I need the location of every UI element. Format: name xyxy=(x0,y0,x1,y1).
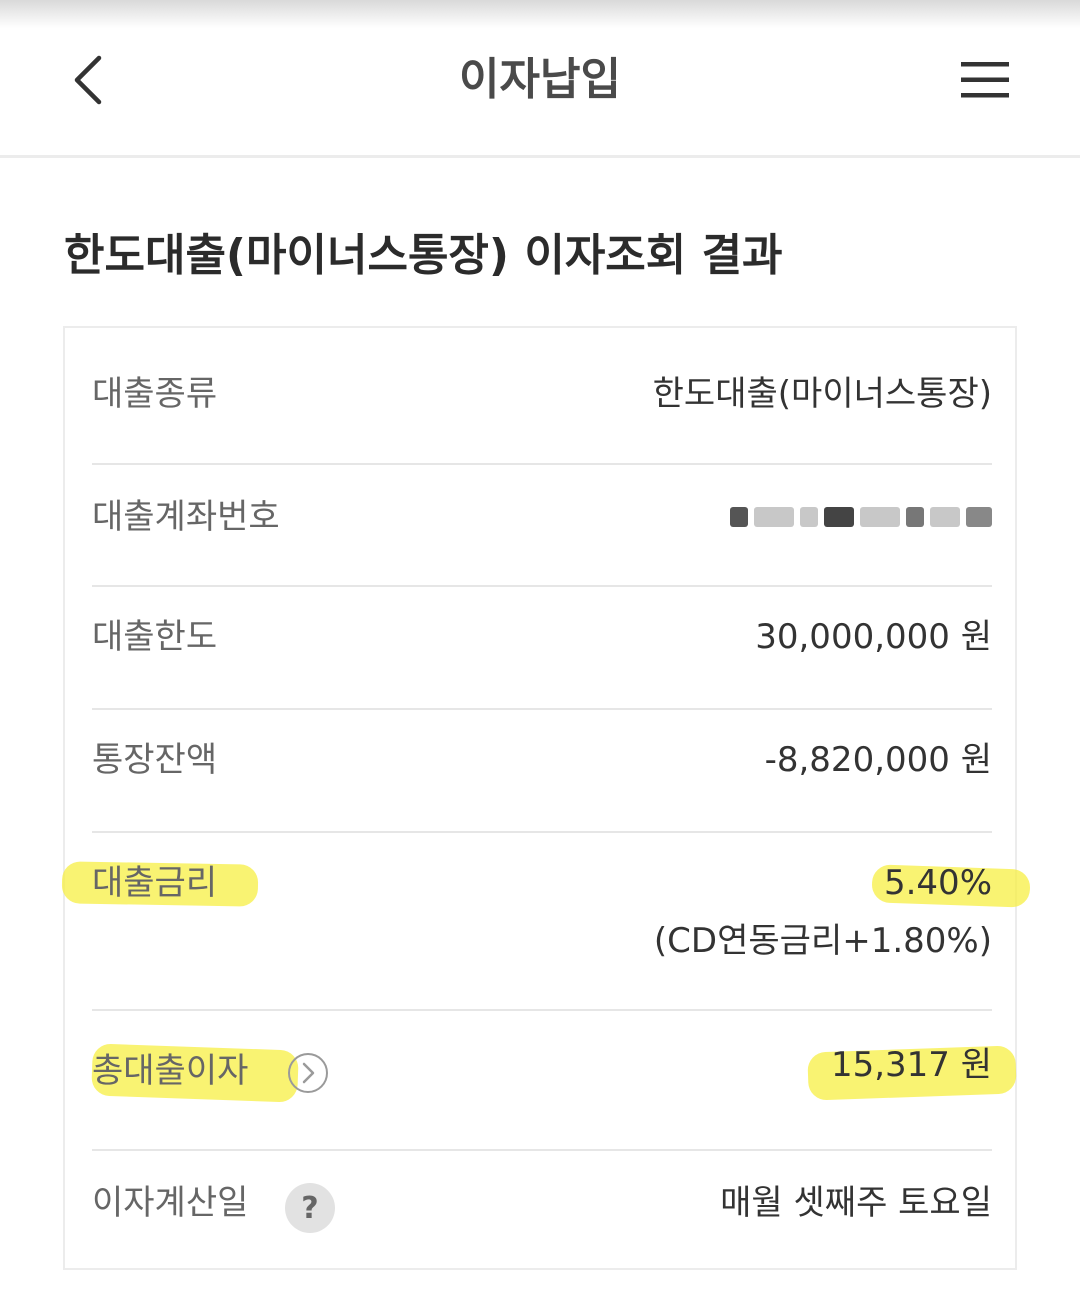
help-icon[interactable]: ? xyxy=(285,1183,335,1233)
row-account-number: 대출계좌번호 xyxy=(92,463,992,587)
balance-value: -8,820,000 원 xyxy=(764,740,992,780)
chevron-right-circle-icon[interactable] xyxy=(288,1053,328,1093)
interest-date-value: 매월 셋째주 토요일 xyxy=(720,1183,992,1223)
row-balance: 통장잔액 -8,820,000 원 xyxy=(92,708,992,833)
menu-button[interactable] xyxy=(952,50,1018,110)
row-loan-type: 대출종류 한도대출(마이너스통장) xyxy=(92,328,992,465)
interest-date-label: 이자계산일 xyxy=(92,1183,249,1223)
account-number-label: 대출계좌번호 xyxy=(92,497,280,537)
row-total-interest[interactable]: 총대출이자 15,317 원 xyxy=(91,1009,1017,1151)
loan-limit-value: 30,000,000 원 xyxy=(755,617,992,657)
loan-type-value: 한도대출(마이너스통장) xyxy=(652,374,992,414)
interest-rate-detail: (CD연동금리+1.80%) xyxy=(653,921,992,961)
page-title: 이자납입 xyxy=(459,54,621,105)
row-interest-rate: 대출금리 5.40% (CD연동금리+1.80%) xyxy=(61,831,1031,1011)
row-loan-limit: 대출한도 30,000,000 원 xyxy=(92,585,992,710)
row-interest-date: 이자계산일 ? 매월 셋째주 토요일 xyxy=(92,1149,992,1269)
total-interest-label: 총대출이자 xyxy=(92,1051,249,1091)
interest-rate-label: 대출금리 xyxy=(92,863,218,903)
app-header: 이자납입 xyxy=(0,28,1080,158)
hamburger-menu-icon xyxy=(961,62,1009,98)
loan-limit-label: 대출한도 xyxy=(92,617,218,657)
result-title: 한도대출(마이너스통장) 이자조회 결과 xyxy=(64,230,783,281)
masked-account-number xyxy=(702,501,992,533)
loan-info-card: 대출종류 한도대출(마이너스통장) 대출계좌번호 대출한도 30,000,000… xyxy=(61,326,1031,1270)
total-interest-value: 15,317 원 xyxy=(830,1045,992,1085)
interest-rate-value: 5.40% xyxy=(883,863,992,903)
chevron-right-icon xyxy=(302,1062,315,1084)
balance-label: 통장잔액 xyxy=(92,740,218,780)
status-shadow xyxy=(0,0,1080,28)
loan-type-label: 대출종류 xyxy=(92,374,218,414)
